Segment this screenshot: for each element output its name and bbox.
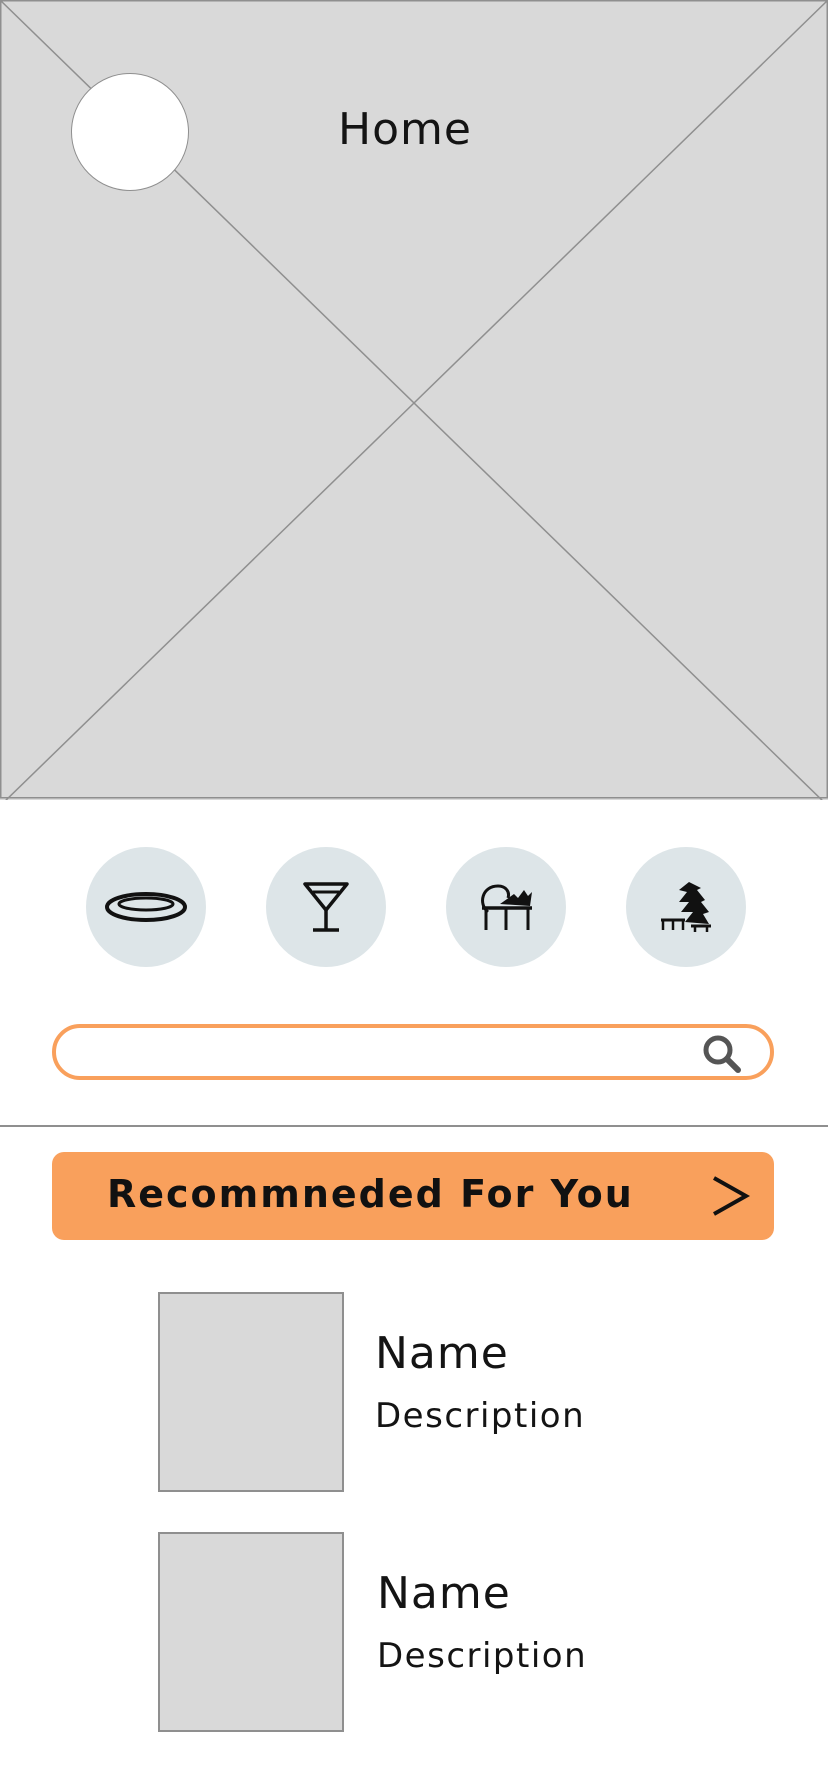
category-button-drinks[interactable]	[266, 847, 386, 967]
chevron-right-icon[interactable]	[710, 1174, 750, 1218]
dining-table-icon	[481, 884, 532, 930]
plate-icon	[105, 892, 187, 922]
search-input[interactable]	[74, 1032, 678, 1074]
category-button-plate[interactable]	[86, 847, 206, 967]
item-name: Name	[377, 1568, 511, 1619]
recommended-label: Recommneded For You	[107, 1172, 634, 1216]
category-button-dining[interactable]	[446, 847, 566, 967]
item-thumbnail	[158, 1532, 344, 1732]
category-row	[0, 847, 828, 967]
avatar[interactable]	[71, 73, 189, 191]
section-divider	[0, 1125, 828, 1127]
item-description: Description	[377, 1636, 588, 1676]
cocktail-glass-icon	[303, 882, 349, 932]
item-description: Description	[375, 1396, 586, 1436]
page-title: Home	[338, 104, 472, 155]
item-thumbnail	[158, 1292, 344, 1492]
list-item[interactable]: Name Description	[0, 1292, 828, 1492]
search-icon[interactable]	[702, 1034, 742, 1074]
outdoor-bench-tree-icon	[661, 882, 711, 932]
list-item[interactable]: Name Description	[0, 1532, 828, 1732]
item-name: Name	[375, 1328, 509, 1379]
search-bar[interactable]	[52, 1024, 774, 1080]
hero-image-placeholder: Home	[0, 0, 828, 800]
recommended-section-button[interactable]: Recommneded For You	[52, 1152, 774, 1240]
category-button-outdoor[interactable]	[626, 847, 746, 967]
